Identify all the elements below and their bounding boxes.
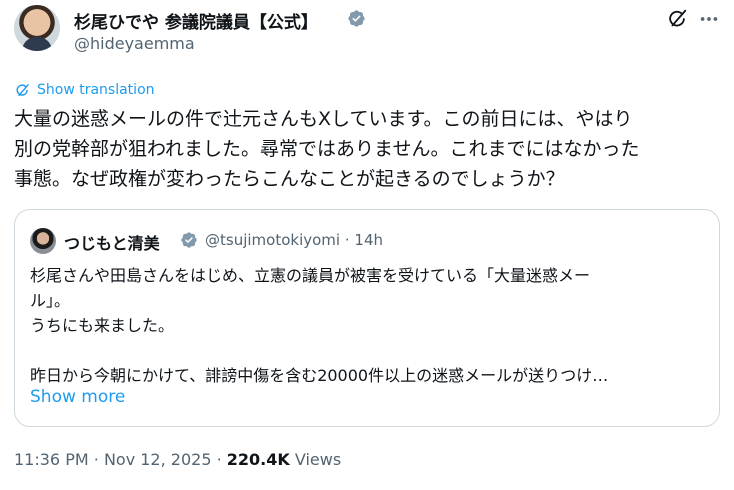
tweet-line: 大量の迷惑メールの件で辻元さんもXしています。この前日には、やはり — [14, 108, 633, 130]
views-label: Views — [294, 450, 342, 469]
verified-badge-icon — [348, 10, 365, 27]
views-count: 220.4K — [226, 450, 290, 469]
tweet-text: 大量の迷惑メールの件で辻元さんもXしています。この前日には、やはり 別の党幹部が… — [14, 104, 720, 194]
separator-dot: · — [344, 231, 350, 249]
show-translation-label: Show translation — [37, 82, 155, 98]
quoted-line: 杉尾さんや田島さんをはじめ、立憲の議員が被害を受けている「大量迷惑メー — [30, 266, 591, 285]
tweet-date[interactable]: Nov 12, 2025 — [104, 450, 212, 469]
quoted-timestamp: 14h — [354, 231, 384, 249]
quoted-text: 杉尾さんや田島さんをはじめ、立憲の議員が被害を受けている「大量迷惑メー ル」。 … — [30, 263, 710, 388]
show-more-link[interactable]: Show more — [30, 387, 125, 407]
tweet-line: 別の党幹部が狙われました。尋常ではありません。これまでにはなかった — [14, 138, 640, 160]
tweet-time[interactable]: 11:36 PM — [14, 450, 89, 469]
translate-icon — [16, 83, 29, 96]
tweet-line: 事態。なぜ政権が変わったらこんなことが起きるのでしょうか？ — [14, 168, 565, 190]
author-handle[interactable]: @hideyaemma — [74, 34, 195, 53]
separator-dot: · — [93, 450, 99, 469]
quoted-author-avatar — [30, 228, 56, 254]
show-translation-link[interactable]: Show translation — [14, 79, 155, 101]
tweet-meta: 11:36 PM · Nov 12, 2025 · 220.4K Views — [14, 450, 341, 469]
author-name[interactable]: 杉尾ひでや 参議院議員【公式】 — [74, 8, 318, 33]
quoted-author-handle: @tsujimotokiyomi — [205, 231, 341, 249]
quoted-line-blank — [30, 338, 710, 363]
quoted-tweet-card[interactable]: つじもと清美 @tsujimotokiyomi · 14h 杉尾さんや田島さんを… — [14, 209, 720, 427]
author-avatar[interactable] — [14, 5, 60, 51]
grok-icon[interactable] — [666, 8, 688, 30]
more-icon[interactable] — [698, 8, 720, 30]
quoted-line: うちにも来ました。 — [30, 316, 175, 335]
quoted-author-name: つじもと清美 — [64, 234, 160, 253]
quoted-author-meta: @tsujimotokiyomi · 14h — [205, 231, 383, 249]
tweet-header: 杉尾ひでや 参議院議員【公式】 @hideyaemma — [14, 5, 720, 63]
quoted-line: 昨日から今朝にかけて、誹謗中傷を含む20000件以上の迷惑メールが送りつけ… — [30, 366, 609, 385]
separator-dot: · — [216, 450, 222, 469]
quoted-line: ル」。 — [30, 291, 71, 310]
verified-badge-icon — [181, 232, 197, 248]
